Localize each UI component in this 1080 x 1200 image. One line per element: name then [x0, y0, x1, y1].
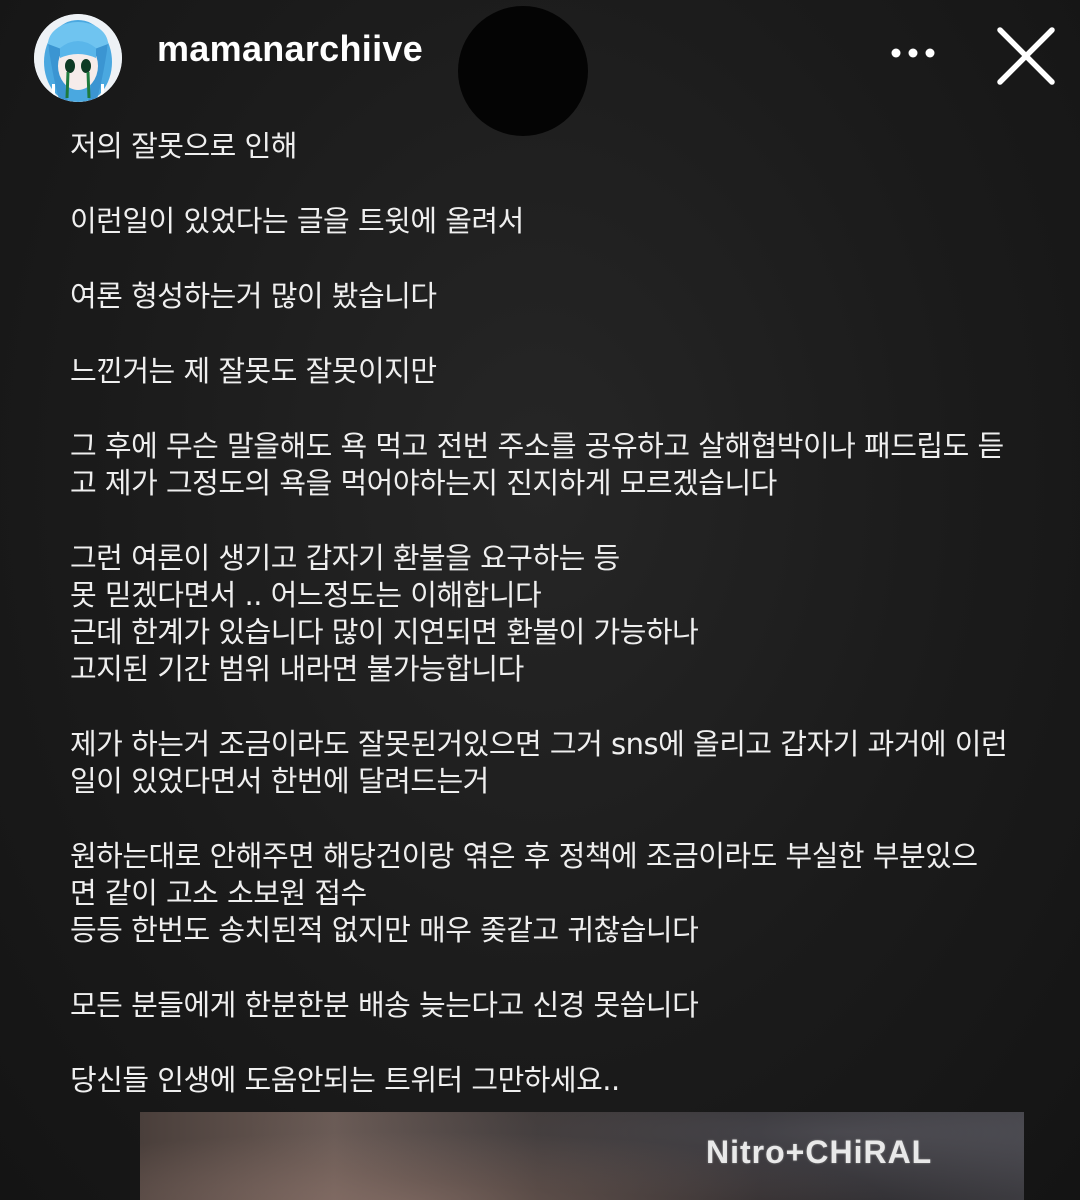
text-line: 원하는대로 안해주면 해당건이랑 엮은 후 정책에 조금이라도 부실한 부분있으 [70, 839, 978, 873]
story-header: mamanarchiive [0, 0, 1080, 136]
story-viewer: mamanarchiive 저의 잘못으로 인해 이런일이 있었다는 글을 트윗… [0, 0, 1080, 1200]
text-line: 느낀거는 제 잘못도 잘못이지만 [70, 354, 437, 388]
text-line: 이런일이 있었다는 글을 트윗에 올려서 [70, 204, 524, 238]
censor-mark [458, 6, 588, 136]
paragraph: 여론 형성하는거 많이 봤습니다 [70, 278, 1030, 315]
text-line: 등등 한번도 송치된적 없지만 매우 좆같고 귀찮습니다 [70, 913, 699, 947]
text-line: 고지된 기간 범위 내라면 불가능합니다 [70, 652, 524, 686]
anime-character-avatar-icon [34, 14, 122, 102]
text-line: 그 후에 무슨 말을해도 욕 먹고 전번 주소를 공유하고 살해협박이나 패드립… [70, 429, 1004, 463]
text-line: 저의 잘못으로 인해 [70, 129, 297, 163]
brand-logo: Nitro+CHiRAL [706, 1134, 933, 1170]
paragraph: 모든 분들에게 한분한분 배송 늦는다고 신경 못씁니다 [70, 987, 1030, 1024]
text-line: 제가 하는거 조금이라도 잘못된거있으면 그거 sns에 올리고 갑자기 과거에… [70, 727, 1008, 761]
text-line: 일이 있었다면서 한번에 달려드는거 [70, 764, 489, 798]
attached-image: Nitro+CHiRAL [140, 1112, 1024, 1200]
more-options-button[interactable] [884, 28, 944, 78]
paragraph: 원하는대로 안해주면 해당건이랑 엮은 후 정책에 조금이라도 부실한 부분있으… [70, 838, 1030, 949]
text-line: 면 같이 고소 소보원 접수 [70, 876, 367, 910]
text-line: 당신들 인생에 도움안되는 트위터 그만하세요.. [70, 1063, 620, 1097]
paragraph: 그 후에 무슨 말을해도 욕 먹고 전번 주소를 공유하고 살해협박이나 패드립… [70, 428, 1030, 502]
text-line: 근데 한계가 있습니다 많이 지연되면 환불이 가능하나 [70, 615, 699, 649]
paragraph: 느낀거는 제 잘못도 잘못이지만 [70, 353, 1030, 390]
text-line: 여론 형성하는거 많이 봤습니다 [70, 279, 437, 313]
close-icon [997, 27, 1055, 85]
paragraph: 제가 하는거 조금이라도 잘못된거있으면 그거 sns에 올리고 갑자기 과거에… [70, 726, 1030, 800]
text-line: 고 제가 그정도의 욕을 먹어야하는지 진지하게 모르겠습니다 [70, 466, 777, 500]
paragraph: 이런일이 있었다는 글을 트윗에 올려서 [70, 203, 1030, 240]
text-line: 못 믿겠다면서 .. 어느정도는 이해합니다 [70, 578, 542, 612]
more-horizontal-icon [891, 48, 935, 58]
paragraph: 그런 여론이 생기고 갑자기 환불을 요구하는 등 못 믿겠다면서 .. 어느정… [70, 540, 1030, 688]
text-line: 모든 분들에게 한분한분 배송 늦는다고 신경 못씁니다 [70, 988, 699, 1022]
username[interactable]: mamanarchiive [157, 28, 423, 70]
paragraph: 저의 잘못으로 인해 [70, 128, 1030, 165]
text-line: 그런 여론이 생기고 갑자기 환불을 요구하는 등 [70, 541, 620, 575]
paragraph: 당신들 인생에 도움안되는 트위터 그만하세요.. [70, 1062, 1030, 1099]
post-text: 저의 잘못으로 인해 이런일이 있었다는 글을 트윗에 올려서 여론 형성하는거… [70, 128, 1030, 1137]
close-button[interactable] [990, 20, 1062, 92]
profile-avatar[interactable] [34, 14, 122, 102]
